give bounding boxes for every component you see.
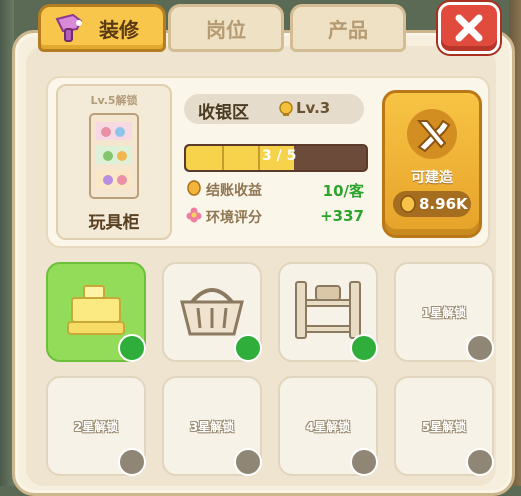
level-progress-bar: 3 / 5 xyxy=(184,144,368,172)
item-preview: Lv.5解锁 玩具柜 xyxy=(56,84,172,240)
item-unlock-label: Lv.5解锁 xyxy=(90,94,138,107)
tile-locked-1-label: 1星解锁 xyxy=(421,306,467,320)
item-name: 玩具柜 xyxy=(88,213,140,233)
tile-shelf[interactable] xyxy=(278,262,378,362)
lock-icon xyxy=(466,334,494,362)
cost-pill: 8.96K xyxy=(393,191,471,217)
progress-text: 3 / 5 xyxy=(262,148,297,164)
tab-product-label: 产品 xyxy=(328,17,368,42)
tab-decoration-label: 装修 xyxy=(99,17,139,42)
tab-product[interactable]: 产品 xyxy=(290,4,406,52)
basket-icon xyxy=(180,288,244,336)
stat-label-environment-score: 环境评分 xyxy=(206,210,262,226)
tile-locked-2-label: 2星解锁 xyxy=(73,420,119,434)
build-label: 可建造 xyxy=(411,170,453,186)
tile-locked-5-label: 5星解锁 xyxy=(421,420,467,434)
coin-icon xyxy=(187,180,201,196)
toy-cabinet-icon xyxy=(89,113,139,199)
tile-locked-1[interactable]: 1星解锁 xyxy=(394,262,494,362)
tile-locked-3[interactable]: 3星解锁 xyxy=(162,376,262,476)
area-pill: 收银区 Lv.3 xyxy=(184,94,364,124)
close-button[interactable] xyxy=(438,2,500,54)
progress-divider xyxy=(222,146,224,170)
tab-decoration[interactable]: 装修 xyxy=(38,4,166,52)
tab-position[interactable]: 岗位 xyxy=(168,4,284,52)
stat-value-environment-score: +337 xyxy=(320,207,364,225)
tile-cash-register[interactable] xyxy=(46,262,146,362)
lock-icon xyxy=(350,448,378,476)
tile-locked-4-label: 4星解锁 xyxy=(305,420,351,434)
upgrade-arrow-icon xyxy=(234,334,262,362)
coin-icon xyxy=(400,195,416,213)
tile-locked-4[interactable]: 4星解锁 xyxy=(278,376,378,476)
shelf-icon xyxy=(295,281,361,339)
lock-icon xyxy=(118,448,146,476)
tile-locked-3-label: 3星解锁 xyxy=(189,420,235,434)
tile-locked-5[interactable]: 5星解锁 xyxy=(394,376,494,476)
lightbulb-icon xyxy=(279,101,293,116)
wrench-hammer-icon xyxy=(407,109,457,159)
upgrade-arrow-icon xyxy=(118,334,146,362)
stat-label-checkout-income: 结账收益 xyxy=(206,183,262,199)
lock-icon xyxy=(466,448,494,476)
spray-gun-icon xyxy=(55,13,83,42)
tile-locked-2[interactable]: 2星解锁 xyxy=(46,376,146,476)
cash-register-icon xyxy=(67,285,125,335)
tile-basket[interactable] xyxy=(162,262,262,362)
progress-divider xyxy=(258,146,260,170)
close-icon xyxy=(455,14,483,42)
tab-position-label: 岗位 xyxy=(206,17,246,42)
stat-value-checkout-income: 10/客 xyxy=(322,182,364,200)
build-cost: 8.96K xyxy=(419,195,468,213)
build-button[interactable]: 可建造 8.96K xyxy=(382,90,482,238)
area-level: Lv.3 xyxy=(296,99,331,117)
area-name: 收银区 xyxy=(198,103,249,123)
upgrade-arrow-icon xyxy=(350,334,378,362)
flower-icon xyxy=(186,207,202,223)
lock-icon xyxy=(234,448,262,476)
